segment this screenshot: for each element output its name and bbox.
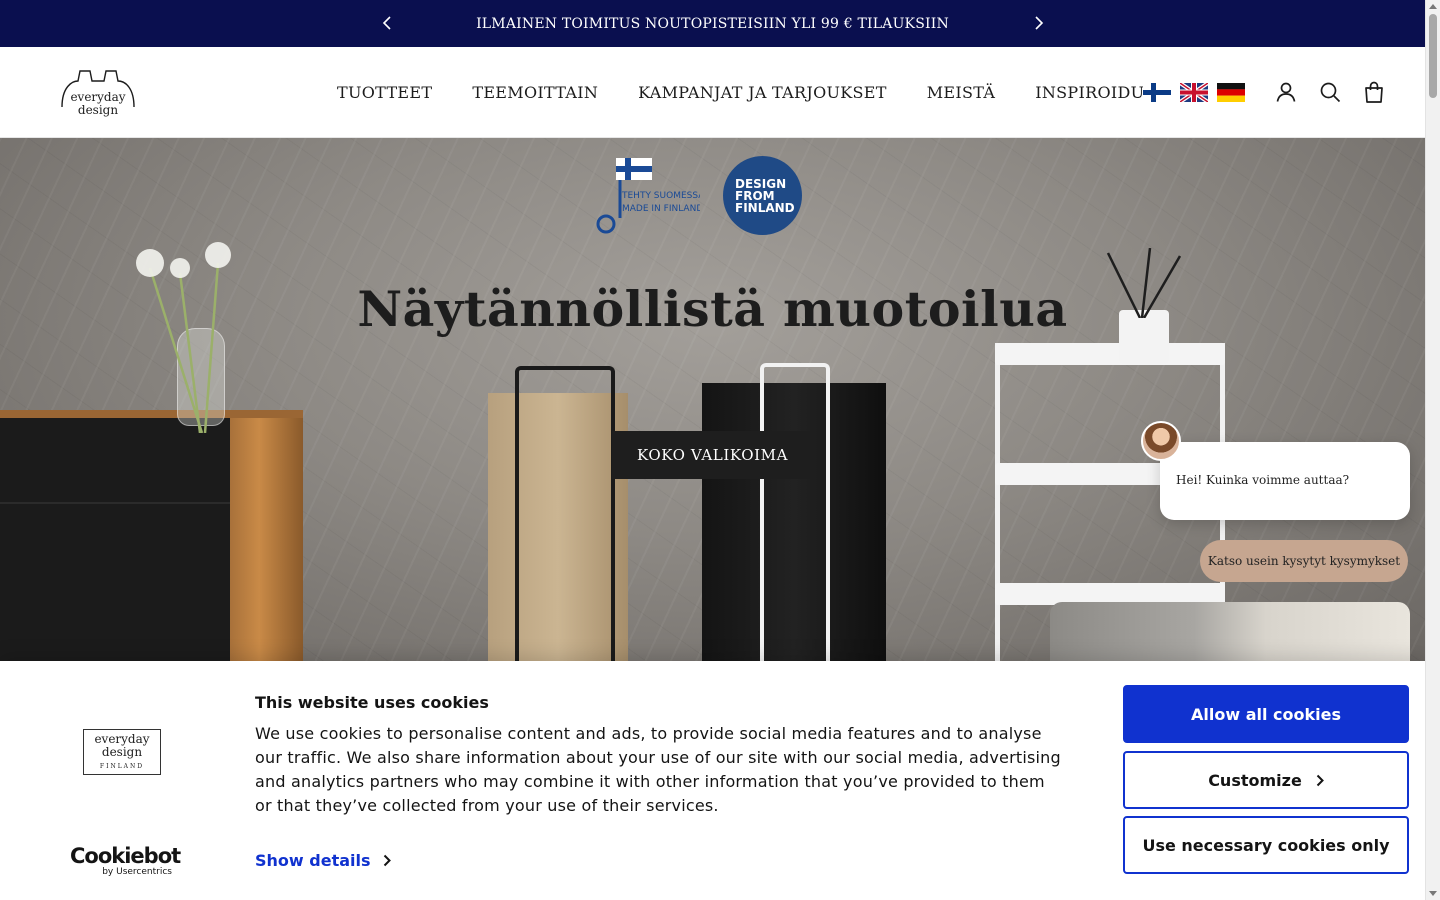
chevron-left-icon[interactable]	[378, 14, 396, 32]
announcement-bar: ILMAINEN TOIMITUS NOUTOPISTEISIIN YLI 99…	[0, 0, 1425, 47]
show-details-label: Show details	[255, 851, 371, 870]
nav-inspiroidu[interactable]: INSPIROIDU	[1035, 83, 1144, 102]
cookie-logo-line-2: design	[101, 745, 143, 759]
main-nav: TUOTTEET TEEMOITTAIN KAMPANJAT JA TARJOU…	[337, 83, 1184, 102]
cookie-logo-line-3: FINLAND	[99, 763, 145, 770]
hero-title: Näytännöllistä muotoilua	[357, 280, 1068, 338]
site-header: everyday design TUOTTEET TEEMOITTAIN KAM…	[0, 47, 1425, 138]
nav-teemoittain[interactable]: TEEMOITTAIN	[472, 83, 598, 102]
cookiebot-logo: Cookiebot by Usercentrics	[70, 844, 181, 877]
finnish-flag-icon[interactable]	[1143, 82, 1171, 102]
chevron-right-icon	[1316, 774, 1324, 786]
badge-dff-line-1: DESIGN	[735, 176, 787, 191]
badge-dff-line-2: FROM	[735, 188, 775, 203]
logo-text-2: design	[78, 103, 118, 117]
scroll-thumb[interactable]	[1429, 14, 1437, 98]
scroll-down-arrow[interactable]	[1429, 891, 1437, 896]
cookiebot-wordmark: Cookiebot	[70, 844, 181, 868]
chat-greeting-text: Hei! Kuinka voimme auttaa?	[1176, 473, 1350, 487]
cookie-brand-logo: everyday design FINLAND	[83, 729, 161, 775]
customize-cookies-button[interactable]: Customize	[1123, 751, 1409, 809]
hero-banner: TEHTY SUOMESSA MADE IN FINLAND DESIGN FR…	[0, 138, 1425, 661]
customize-label: Customize	[1208, 770, 1302, 790]
cookiebot-byline: by Usercentrics	[102, 867, 172, 877]
badge-key-text-1: TEHTY SUOMESSA	[621, 191, 700, 201]
chevron-right-icon[interactable]	[1030, 14, 1048, 32]
chat-preview-card[interactable]	[1050, 602, 1410, 662]
bag-frame-white	[760, 363, 830, 661]
scroll-up-arrow[interactable]	[1429, 4, 1437, 9]
allow-all-cookies-button[interactable]: Allow all cookies	[1123, 685, 1409, 743]
search-icon[interactable]	[1318, 80, 1342, 104]
account-icon[interactable]	[1274, 80, 1298, 104]
logo-text-1: everyday	[70, 90, 125, 104]
chat-faq-button[interactable]: Katso usein kysytyt kysymykset	[1200, 540, 1408, 582]
nav-kampanjat[interactable]: KAMPANJAT JA TARJOUKSET	[638, 83, 887, 102]
chat-agent-avatar	[1141, 421, 1181, 461]
nav-meista[interactable]: MEISTÄ	[927, 83, 996, 102]
badge-dff-line-3: FINLAND	[735, 200, 795, 215]
bag-frame-black	[515, 366, 615, 661]
key-flag-badge: TEHTY SUOMESSA MADE IN FINLAND	[596, 158, 700, 234]
necessary-cookies-button[interactable]: Use necessary cookies only	[1123, 816, 1409, 874]
chat-greeting-bubble[interactable]: Hei! Kuinka voimme auttaa?	[1160, 442, 1410, 520]
announcement-text: ILMAINEN TOIMITUS NOUTOPISTEISIIN YLI 99…	[476, 15, 949, 32]
header-actions	[1143, 80, 1386, 104]
cookie-body-text: We use cookies to personalise content an…	[255, 724, 1061, 815]
cart-icon[interactable]	[1362, 80, 1386, 104]
cookie-title: This website uses cookies	[255, 693, 489, 712]
chevron-right-icon	[383, 854, 391, 867]
shop-all-button[interactable]: KOKO VALIKOIMA	[612, 431, 813, 479]
badge-key-text-2: MADE IN FINLAND	[622, 204, 700, 214]
cookie-banner: everyday design FINLAND Cookiebot by Use…	[0, 661, 1425, 900]
page-scrollbar[interactable]	[1425, 0, 1440, 900]
uk-flag-icon[interactable]	[1180, 82, 1208, 102]
sideboard-image	[0, 410, 303, 661]
german-flag-icon[interactable]	[1217, 82, 1245, 102]
show-details-link[interactable]: Show details	[255, 851, 391, 870]
brand-logo[interactable]: everyday design	[58, 67, 138, 119]
design-from-finland-badge: DESIGN FROM FINLAND	[723, 156, 802, 235]
nav-tuotteet[interactable]: TUOTTEET	[337, 83, 432, 102]
